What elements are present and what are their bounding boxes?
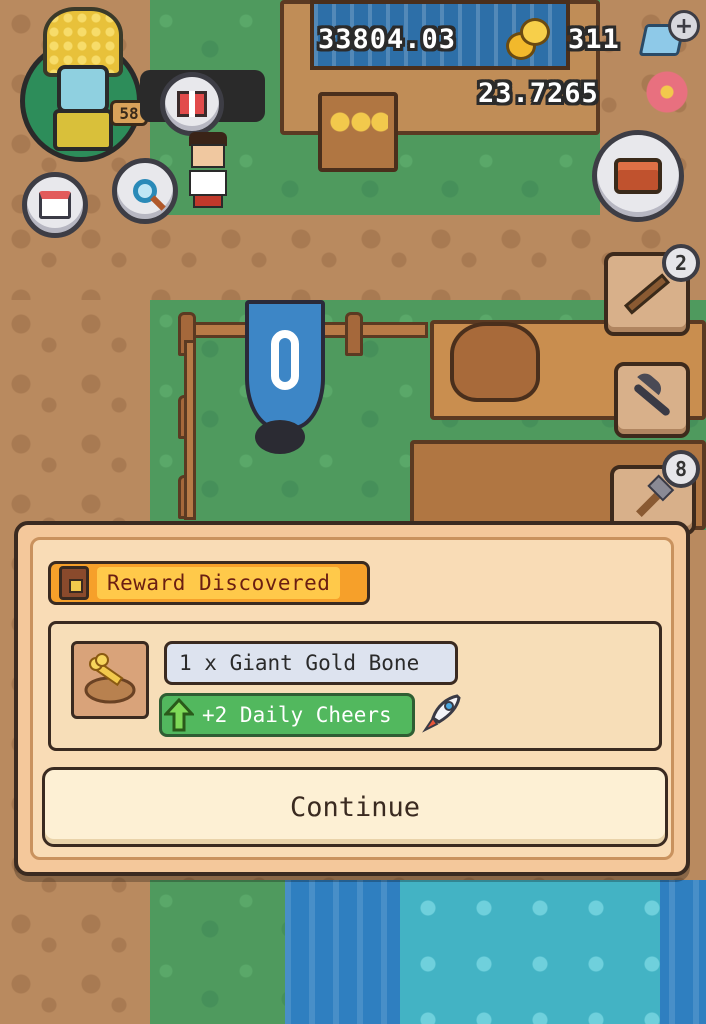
crossbow-icon bbox=[623, 273, 671, 315]
farmer-shirt bbox=[189, 170, 227, 196]
continue-button[interactable]: Continue bbox=[42, 767, 668, 847]
grass-bottom-area bbox=[150, 880, 290, 1024]
daily-cheers-chip: +2 Daily Cheers bbox=[159, 693, 415, 737]
gold-coins-icon bbox=[506, 18, 550, 62]
sleeping-dog[interactable] bbox=[450, 322, 540, 402]
banner-pole-base bbox=[255, 420, 305, 454]
axe-icon bbox=[636, 474, 675, 517]
farmer-character[interactable] bbox=[185, 132, 231, 210]
pickaxe-icon bbox=[632, 369, 672, 418]
coins-amount: 33804.03 bbox=[318, 24, 457, 55]
avatar-face bbox=[57, 65, 109, 113]
add-gems-button[interactable]: + bbox=[668, 10, 700, 42]
gold-crate[interactable] bbox=[318, 92, 398, 172]
pickaxe-head bbox=[637, 369, 666, 396]
fence-rail-side bbox=[184, 340, 196, 520]
crossbow-count-badge: 2 bbox=[662, 244, 700, 282]
reward-item-label: 1 x Giant Gold Bone bbox=[164, 641, 458, 685]
gold-bone-icon bbox=[84, 653, 136, 704]
teal-pool bbox=[400, 880, 660, 1024]
dirt-road bbox=[0, 215, 706, 300]
reward-item-box: 1 x Giant Gold Bone +2 Daily Cheers bbox=[48, 621, 662, 751]
reward-title: Reward Discovered bbox=[97, 567, 341, 599]
daily-cheers-label: +2 Daily Cheers bbox=[202, 703, 392, 727]
rocket-icon bbox=[421, 690, 465, 734]
axe-count-badge: 8 bbox=[662, 450, 700, 488]
toolbox-button[interactable] bbox=[592, 130, 684, 222]
calendar-button[interactable] bbox=[22, 172, 88, 238]
search-button[interactable] bbox=[112, 158, 178, 224]
up-arrow-icon bbox=[162, 697, 196, 732]
gold-eggs bbox=[328, 102, 388, 142]
pickaxe-button[interactable] bbox=[614, 362, 690, 438]
flowers-amount: 23.7265 bbox=[478, 78, 599, 109]
flower-icon bbox=[645, 70, 689, 114]
banner-emblem bbox=[271, 330, 299, 390]
farmer-pants bbox=[193, 194, 223, 208]
calendar-icon bbox=[39, 191, 71, 219]
coin bbox=[520, 18, 550, 46]
reward-modal: Reward Discovered 1 x Giant Gold Bone +2… bbox=[14, 521, 690, 876]
magnifier-handle bbox=[150, 195, 166, 211]
gift-icon bbox=[177, 91, 207, 117]
fence-post bbox=[345, 312, 363, 356]
magnifier-icon bbox=[133, 179, 166, 211]
farmer-face bbox=[191, 144, 225, 168]
guild-banner[interactable] bbox=[245, 300, 325, 430]
gift-button[interactable] bbox=[160, 72, 224, 136]
reward-icon-frame bbox=[71, 641, 149, 719]
gift-ribbon bbox=[189, 91, 195, 117]
avatar-body bbox=[53, 109, 113, 151]
toolbox-icon bbox=[614, 158, 662, 194]
chest-icon bbox=[59, 566, 89, 600]
reward-title-chip: Reward Discovered bbox=[48, 561, 370, 605]
gems-amount: 311 bbox=[568, 24, 620, 55]
